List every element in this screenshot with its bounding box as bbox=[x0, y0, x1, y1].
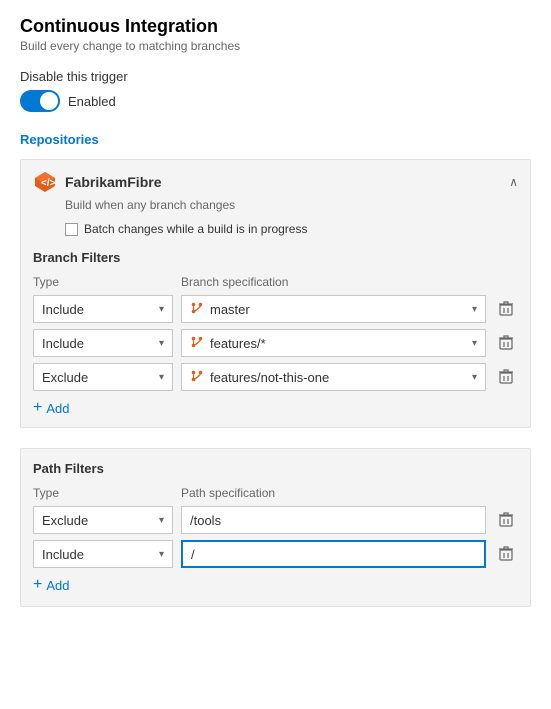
branch-filter-row-1: Include ▾ features/* ▾ bbox=[33, 329, 518, 357]
branch-icon-2 bbox=[190, 369, 204, 386]
branch-filter-row-2: Exclude ▾ features/not-this-one bbox=[33, 363, 518, 391]
branch-delete-1[interactable] bbox=[494, 331, 518, 355]
trigger-label: Disable this trigger bbox=[20, 69, 531, 84]
repo-icon: </> bbox=[33, 170, 57, 194]
enable-toggle[interactable] bbox=[20, 90, 60, 112]
path-filter-row-1: Include ▾ bbox=[33, 540, 518, 568]
branch-type-select-0[interactable]: Include ▾ bbox=[33, 295, 173, 323]
path-filters-title: Path Filters bbox=[33, 461, 518, 476]
branch-spec-header: Branch specification bbox=[181, 275, 518, 289]
chevron-down-icon-0: ▾ bbox=[159, 304, 164, 315]
branch-icon-1 bbox=[190, 335, 204, 352]
toggle-status: Enabled bbox=[68, 94, 116, 109]
path-add-plus-icon: + bbox=[33, 576, 42, 594]
batch-label: Batch changes while a build is in progre… bbox=[84, 222, 307, 236]
repositories-title: Repositories bbox=[20, 132, 531, 147]
repo-description: Build when any branch changes bbox=[65, 198, 518, 212]
branch-type-value-2: Exclude bbox=[42, 370, 88, 385]
branch-delete-0[interactable] bbox=[494, 297, 518, 321]
path-delete-0[interactable] bbox=[494, 508, 518, 532]
branch-spec-text-0: master bbox=[210, 302, 250, 317]
path-chevron-down-1: ▾ bbox=[159, 549, 164, 560]
repo-collapse-icon[interactable]: ∧ bbox=[509, 175, 518, 189]
path-spec-input-1[interactable] bbox=[181, 540, 486, 568]
branch-icon-0 bbox=[190, 301, 204, 318]
branch-spec-arrow-1: ▾ bbox=[472, 338, 477, 349]
path-delete-1[interactable] bbox=[494, 542, 518, 566]
branch-type-value-0: Include bbox=[42, 302, 84, 317]
branch-spec-arrow-0: ▾ bbox=[472, 304, 477, 315]
branch-filters-title: Branch Filters bbox=[33, 250, 518, 265]
svg-text:</>: </> bbox=[41, 178, 56, 189]
branch-add-plus-icon: + bbox=[33, 399, 42, 417]
path-chevron-down-0: ▾ bbox=[159, 515, 164, 526]
branch-spec-2[interactable]: features/not-this-one ▾ bbox=[181, 363, 486, 391]
branch-type-select-1[interactable]: Include ▾ bbox=[33, 329, 173, 357]
branch-spec-1[interactable]: features/* ▾ bbox=[181, 329, 486, 357]
branch-type-value-1: Include bbox=[42, 336, 84, 351]
batch-checkbox[interactable] bbox=[65, 223, 78, 236]
path-add-label: Add bbox=[46, 578, 69, 593]
branch-spec-0[interactable]: master ▾ bbox=[181, 295, 486, 323]
branch-spec-arrow-2: ▾ bbox=[472, 372, 477, 383]
path-spec-header: Path specification bbox=[181, 486, 518, 500]
path-add-button[interactable]: + Add bbox=[33, 576, 69, 594]
chevron-down-icon-1: ▾ bbox=[159, 338, 164, 349]
branch-add-button[interactable]: + Add bbox=[33, 399, 69, 417]
repo-card: </> FabrikamFibre ∧ Build when any branc… bbox=[20, 159, 531, 428]
branch-filter-row-0: Include ▾ master ▾ bbox=[33, 295, 518, 323]
path-type-select-1[interactable]: Include ▾ bbox=[33, 540, 173, 568]
path-type-header: Type bbox=[33, 486, 173, 500]
path-type-value-0: Exclude bbox=[42, 513, 88, 528]
page-subtitle: Build every change to matching branches bbox=[20, 39, 531, 53]
path-type-value-1: Include bbox=[42, 547, 84, 562]
path-spec-input-0[interactable] bbox=[181, 506, 486, 534]
repo-name: FabrikamFibre bbox=[65, 174, 501, 190]
branch-type-header: Type bbox=[33, 275, 173, 289]
branch-type-select-2[interactable]: Exclude ▾ bbox=[33, 363, 173, 391]
branch-spec-text-2: features/not-this-one bbox=[210, 370, 329, 385]
chevron-down-icon-2: ▾ bbox=[159, 372, 164, 383]
branch-add-label: Add bbox=[46, 401, 69, 416]
branch-delete-2[interactable] bbox=[494, 365, 518, 389]
path-type-select-0[interactable]: Exclude ▾ bbox=[33, 506, 173, 534]
page-title: Continuous Integration bbox=[20, 16, 531, 37]
branch-spec-text-1: features/* bbox=[210, 336, 266, 351]
path-filter-row-0: Exclude ▾ bbox=[33, 506, 518, 534]
